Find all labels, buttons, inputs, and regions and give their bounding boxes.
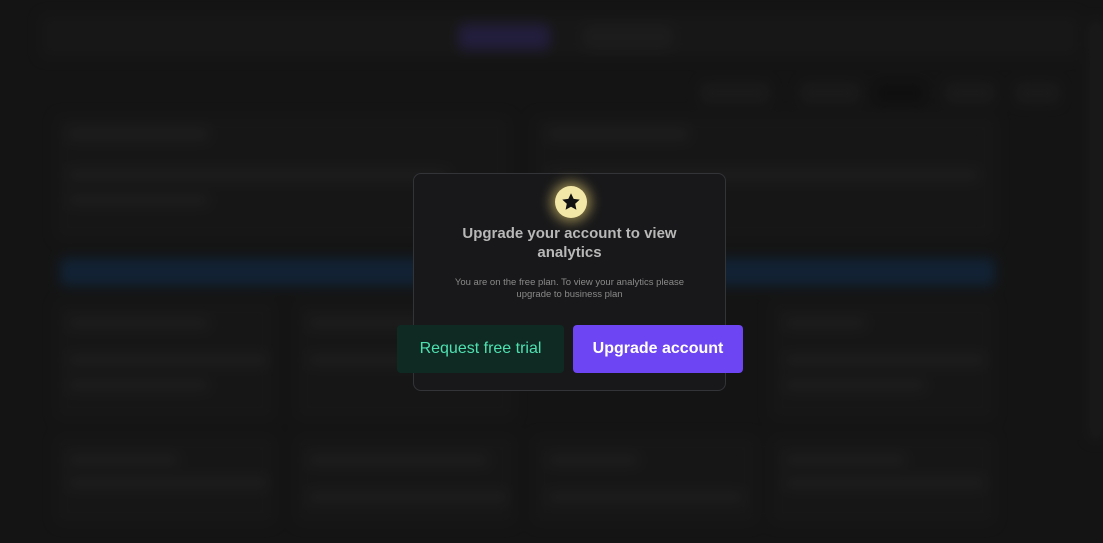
request-free-trial-button[interactable]: Request free trial <box>397 325 564 373</box>
upgrade-account-button[interactable]: Upgrade account <box>573 325 743 373</box>
modal-title: Upgrade your account to view analytics <box>462 225 677 261</box>
modal-description: You are on the free plan. To view your a… <box>454 277 685 300</box>
star-icon <box>555 186 587 218</box>
